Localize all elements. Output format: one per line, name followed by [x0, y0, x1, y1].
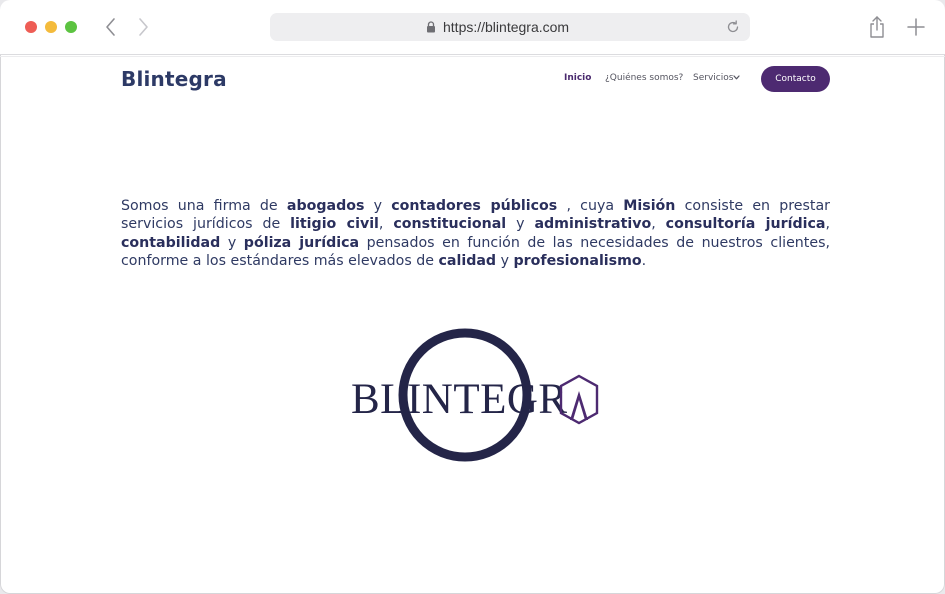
logo-lambda: [570, 391, 588, 420]
close-window-button[interactable]: [25, 21, 37, 33]
mission-highlight: constitucional: [393, 216, 507, 233]
share-icon[interactable]: [866, 14, 888, 40]
mission-paragraph: Somos una firma de abogados y contadores…: [121, 197, 830, 271]
mission-text: ,: [651, 216, 666, 233]
nav-link-quienes-somos[interactable]: ¿Quiénes somos?: [605, 73, 683, 83]
mission-highlight: administrativo: [534, 216, 652, 233]
mission-highlight: contadores públicos: [391, 198, 558, 214]
mission-text: y: [496, 253, 514, 270]
logo-wordmark: BLINTEGR: [351, 376, 568, 423]
mission-text: Somos una firma de: [121, 198, 287, 214]
mission-text: , cuya: [557, 198, 624, 214]
nav-link-inicio[interactable]: Inicio: [564, 73, 591, 83]
mission-text: ,: [378, 216, 394, 233]
mission-text: y: [506, 216, 535, 233]
blintegra-logo: BLINTEGR: [351, 328, 599, 462]
mission-highlight: Misión: [623, 198, 676, 214]
reload-icon[interactable]: [725, 19, 741, 35]
site-logo-text[interactable]: Blintegra: [121, 67, 227, 91]
mission-text: ,: [825, 216, 831, 233]
chevron-down-icon[interactable]: [733, 75, 740, 80]
mission-highlight: profesionalismo: [513, 253, 642, 270]
mission-highlight: litigio civil: [290, 216, 379, 233]
contact-button[interactable]: Contacto: [761, 66, 830, 92]
nav-link-servicios[interactable]: Servicios: [693, 73, 733, 83]
chevron-right-icon[interactable]: [132, 15, 154, 39]
mission-highlight: póliza jurídica: [243, 234, 360, 251]
mission-highlight: contabilidad: [121, 234, 221, 251]
minimize-window-button[interactable]: [45, 21, 57, 33]
lock-icon: [427, 21, 435, 33]
browser-window: https://blintegra.com Blintegra Inicio ¿…: [0, 0, 945, 594]
mission-highlight: abogados: [286, 198, 365, 214]
mission-text: y: [364, 198, 392, 214]
mission-highlight: calidad: [438, 253, 497, 270]
address-bar[interactable]: https://blintegra.com: [270, 13, 750, 41]
maximize-window-button[interactable]: [65, 21, 77, 33]
mission-highlight: consultoría jurídica: [665, 216, 826, 233]
mission-text: .: [641, 253, 647, 270]
site-header: Blintegra Inicio ¿Quiénes somos? Servici…: [0, 57, 945, 103]
browser-toolbar: https://blintegra.com: [0, 0, 945, 55]
address-url: https://blintegra.com: [443, 19, 570, 35]
mission-text: y: [220, 234, 244, 251]
chevron-left-icon[interactable]: [100, 15, 122, 39]
plus-icon[interactable]: [905, 16, 927, 38]
